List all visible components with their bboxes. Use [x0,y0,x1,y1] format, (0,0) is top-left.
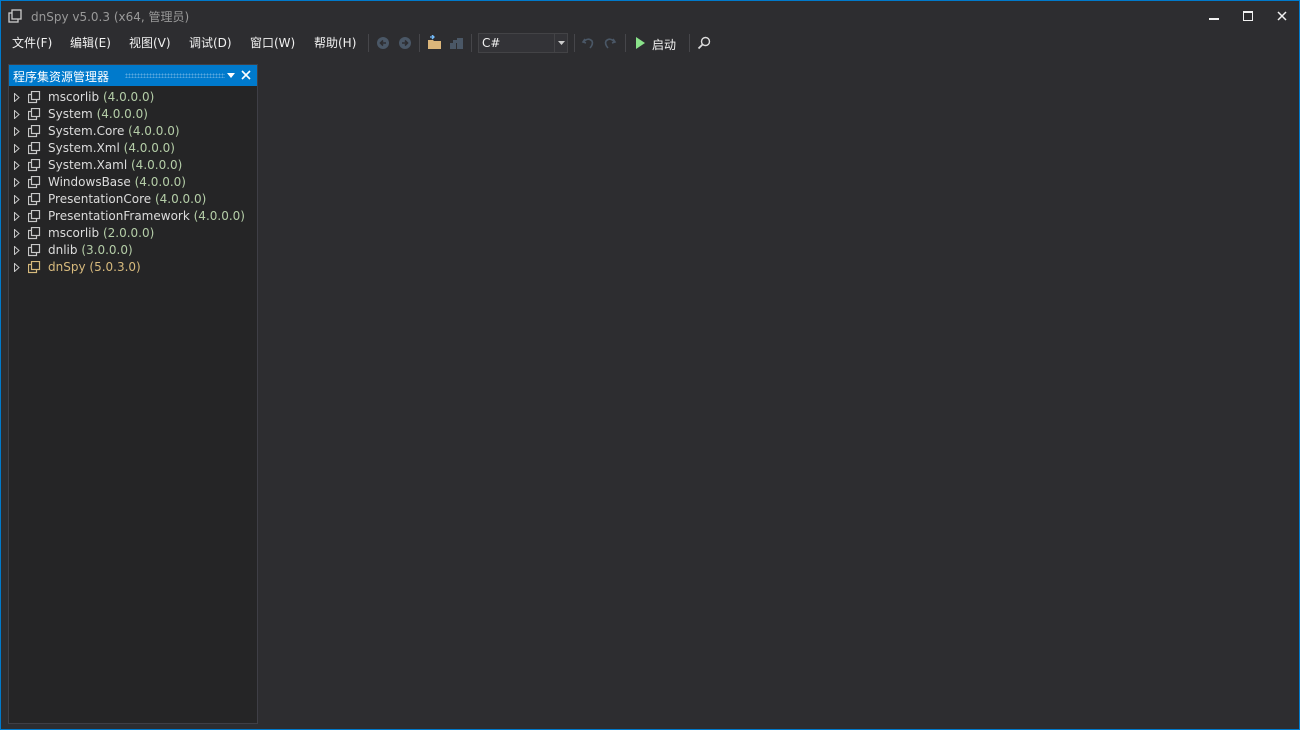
forward-button[interactable] [396,34,414,52]
panel-dropdown-button[interactable] [225,69,237,81]
assembly-icon [28,91,41,104]
tree-item[interactable]: PresentationFramework (4.0.0.0) [9,208,257,225]
menu-bar: 文件(F) 编辑(E) 视图(V) 调试(D) 窗口(W) 帮助(H) [1,31,1299,55]
tree-item[interactable]: dnlib (3.0.0.0) [9,242,257,259]
assembly-label: mscorlib (2.0.0.0) [48,226,155,240]
expand-arrow-icon[interactable] [13,211,21,221]
assembly-icon [28,125,41,138]
assembly-icon [28,227,41,240]
redo-button[interactable] [601,34,619,52]
expand-arrow-icon[interactable] [13,177,21,187]
assembly-icon [28,108,41,121]
assembly-label: System.Core (4.0.0.0) [48,124,180,138]
assembly-label: dnlib (3.0.0.0) [48,243,133,257]
undo-icon [581,38,594,49]
close-icon [241,70,251,80]
assembly-label: System.Xml (4.0.0.0) [48,141,175,155]
expand-arrow-icon[interactable] [13,228,21,238]
expand-arrow-icon[interactable] [13,109,21,119]
chevron-down-icon [554,34,567,52]
assembly-tree: mscorlib (4.0.0.0) System (4.0.0.0) Syst… [9,89,257,276]
start-button[interactable] [631,34,649,52]
language-selected: C# [482,36,501,50]
panel-grip [125,73,225,78]
tree-item[interactable]: System (4.0.0.0) [9,106,257,123]
close-icon [1277,11,1287,21]
assembly-label: PresentationFramework (4.0.0.0) [48,209,245,223]
assembly-icon [28,210,41,223]
expand-arrow-icon[interactable] [13,194,21,204]
assembly-icon [28,142,41,155]
back-icon [377,37,389,49]
back-button[interactable] [374,34,392,52]
open-list-button[interactable] [448,34,466,52]
panel-close-button[interactable] [240,69,252,81]
expand-arrow-icon[interactable] [13,126,21,136]
minimize-icon [1209,18,1219,20]
tree-item[interactable]: System.Xaml (4.0.0.0) [9,157,257,174]
tree-item[interactable]: mscorlib (2.0.0.0) [9,225,257,242]
panel-title: 程序集资源管理器 [13,70,110,84]
tree-item[interactable]: mscorlib (4.0.0.0) [9,89,257,106]
menu-debug[interactable]: 调试(D) [185,34,236,52]
redo-icon [604,38,617,49]
start-icon [636,37,645,49]
panel-header[interactable]: 程序集资源管理器 [9,65,257,86]
close-button[interactable] [1265,1,1299,31]
open-icon [428,35,441,49]
window-title: dnSpy v5.0.3 (x64, 管理员) [31,10,190,24]
assembly-label: System.Xaml (4.0.0.0) [48,158,183,172]
assembly-label: dnSpy (5.0.3.0) [48,260,141,274]
expand-arrow-icon[interactable] [13,262,21,272]
assembly-label: WindowsBase (4.0.0.0) [48,175,186,189]
undo-button[interactable] [579,34,597,52]
tree-item[interactable]: dnSpy (5.0.3.0) [9,259,257,276]
tree-item[interactable]: WindowsBase (4.0.0.0) [9,174,257,191]
expand-arrow-icon[interactable] [13,92,21,102]
menu-edit[interactable]: 编辑(E) [66,34,115,52]
language-select[interactable]: C# [478,33,568,53]
assembly-icon [28,159,41,172]
menu-help[interactable]: 帮助(H) [310,34,360,52]
assembly-icon [28,176,41,189]
toolbar-separator [368,34,369,52]
dnspy-window: dnSpy v5.0.3 (x64, 管理员) 文件(F) 编辑(E) 视图(V… [0,0,1300,730]
maximize-button[interactable] [1231,1,1265,31]
tree-item[interactable]: PresentationCore (4.0.0.0) [9,191,257,208]
open-button[interactable] [426,34,444,52]
expand-arrow-icon[interactable] [13,143,21,153]
assembly-icon [28,193,41,206]
toolbar-separator [574,34,575,52]
app-icon [8,9,22,23]
menu-file[interactable]: 文件(F) [8,34,56,52]
start-label[interactable]: 启动 [652,36,676,53]
tree-item[interactable]: System.Xml (4.0.0.0) [9,140,257,157]
assembly-label: mscorlib (4.0.0.0) [48,90,155,104]
menu-window[interactable]: 窗口(W) [246,34,299,52]
minimize-button[interactable] [1197,1,1231,31]
search-icon [697,36,711,50]
document-area [259,64,1295,724]
assembly-icon [28,261,41,274]
menu-view[interactable]: 视图(V) [125,34,175,52]
assembly-icon [28,244,41,257]
toolbar-separator [625,34,626,52]
forward-icon [399,37,411,49]
toolbar-separator [471,34,472,52]
expand-arrow-icon[interactable] [13,160,21,170]
toolbar-separator [419,34,420,52]
maximize-icon [1243,11,1253,21]
chevron-down-icon [227,72,235,78]
title-bar: dnSpy v5.0.3 (x64, 管理员) [1,1,1299,31]
toolbar-separator [689,34,690,52]
open-list-icon [450,38,463,49]
assembly-label: PresentationCore (4.0.0.0) [48,192,207,206]
assembly-label: System (4.0.0.0) [48,107,148,121]
assembly-explorer-panel: 程序集资源管理器 mscorlib (4.0.0.0) System (4.0.… [8,64,258,724]
tree-item[interactable]: System.Core (4.0.0.0) [9,123,257,140]
expand-arrow-icon[interactable] [13,245,21,255]
search-button[interactable] [695,34,713,52]
